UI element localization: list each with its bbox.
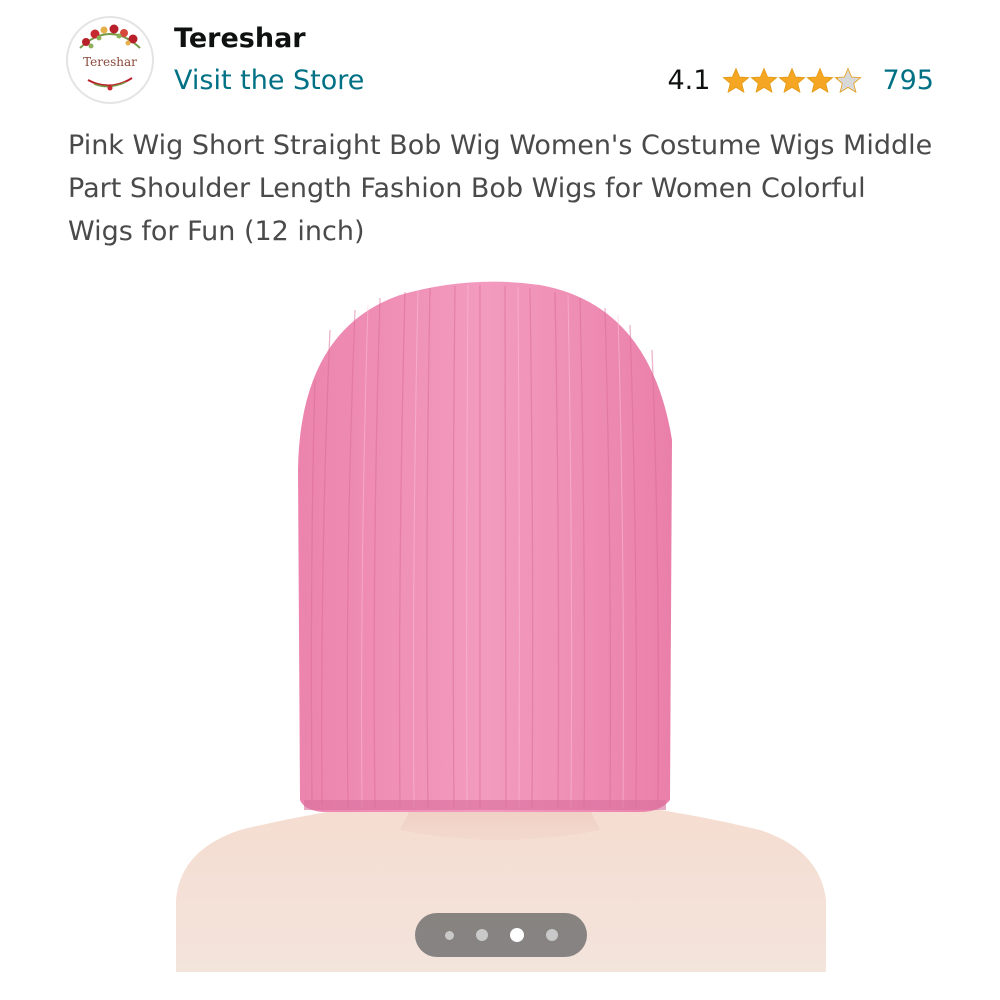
rating-count-link[interactable]: 795: [882, 64, 934, 98]
star-filled-icon: [778, 67, 807, 94]
store-name[interactable]: Tereshar: [174, 22, 306, 56]
product-page: Tereshar Tereshar Visit the Store 4.1 79…: [0, 0, 1000, 1000]
image-carousel-indicator[interactable]: [415, 913, 587, 957]
carousel-dot[interactable]: [444, 930, 454, 940]
product-title: Pink Wig Short Straight Bob Wig Women's …: [68, 130, 933, 247]
carousel-dot-active[interactable]: [509, 928, 524, 942]
carousel-dot[interactable]: [545, 929, 558, 941]
floral-wreath-logo-icon: Tereshar: [69, 19, 151, 101]
visit-store-link[interactable]: Visit the Store: [174, 64, 364, 98]
product-image[interactable]: [0, 262, 1000, 1000]
star-filled-icon: [806, 67, 835, 94]
carousel-dot[interactable]: [475, 929, 488, 941]
star-filled-icon: [750, 67, 779, 94]
rating-summary[interactable]: 4.1 795: [668, 64, 935, 98]
star-filled-icon: [722, 67, 751, 94]
rating-value: 4.1: [667, 65, 711, 96]
wig-hair: [298, 281, 672, 813]
store-logo[interactable]: Tereshar: [66, 16, 154, 104]
pink-bob-wig-photo-icon: [176, 281, 826, 972]
star-rating[interactable]: [722, 67, 863, 95]
logo-wordmark: Tereshar: [83, 55, 137, 69]
star-partial-icon: [834, 67, 863, 94]
